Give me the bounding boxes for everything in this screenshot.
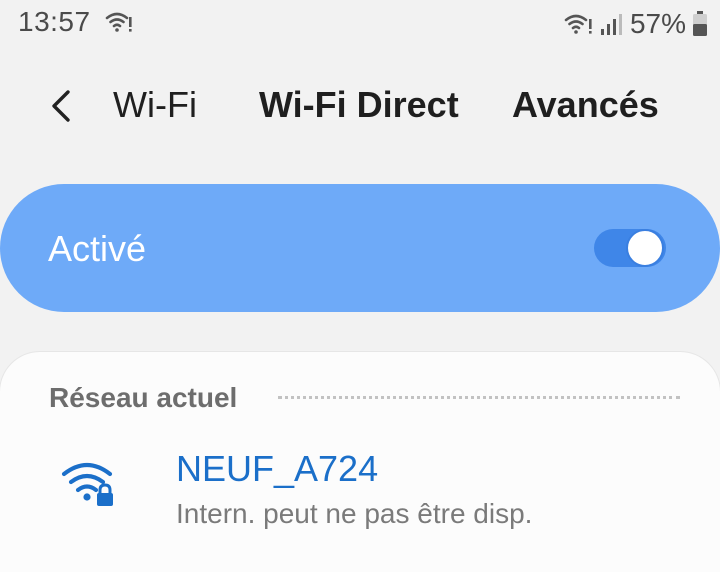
tab-wifi[interactable]: Wi-Fi: [113, 84, 197, 126]
section-divider: [278, 396, 680, 399]
signal-icon: [600, 14, 622, 35]
network-status: Intern. peut ne pas être disp.: [176, 498, 533, 529]
top-nav: Wi-Fi Wi-Fi Direct Avancés: [0, 74, 720, 138]
tab-advanced[interactable]: Avancés: [512, 84, 659, 126]
wifi-switch[interactable]: [594, 229, 666, 267]
section-header: Réseau actuel: [49, 382, 238, 413]
status-bar: 13:57 57%: [0, 0, 720, 50]
network-row[interactable]: NEUF_A724 Intern. peut ne pas être disp.: [0, 440, 720, 540]
status-time: 13:57: [18, 6, 91, 37]
wifi-alert-icon: [105, 12, 132, 32]
network-name: NEUF_A724: [176, 448, 379, 489]
status-right: 57%: [564, 6, 708, 42]
switch-knob: [626, 229, 664, 267]
battery-percent: 57%: [629, 8, 686, 39]
toggle-label: Activé: [48, 228, 147, 269]
battery-icon: [693, 11, 707, 36]
wifi-alert-icon: [564, 14, 592, 34]
chevron-left-icon[interactable]: [46, 88, 74, 124]
wifi-lock-icon: [61, 462, 113, 506]
tab-wifi-direct[interactable]: Wi-Fi Direct: [259, 84, 459, 126]
